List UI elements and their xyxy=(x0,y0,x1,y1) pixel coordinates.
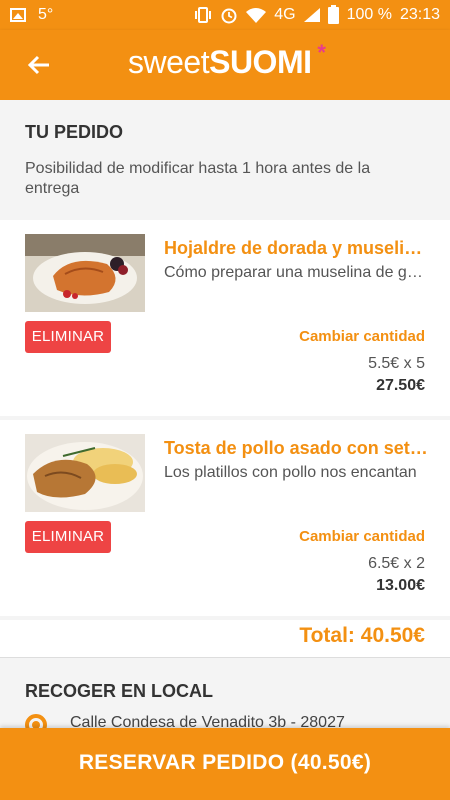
delete-item-button[interactable]: ELIMINAR xyxy=(25,521,111,553)
pickup-title: RECOGER EN LOCAL xyxy=(25,681,214,701)
change-quantity-link[interactable]: Cambiar cantidad xyxy=(299,328,425,345)
order-title: TU PEDIDO xyxy=(25,122,124,142)
logo-text-suomi: SUOMI xyxy=(209,44,312,80)
status-bar: 5° 4G 100 % 23:13 xyxy=(0,0,450,30)
item-thumbnail[interactable] xyxy=(25,434,145,512)
order-item: Tosta de pollo asado con setas Los plati… xyxy=(0,420,450,616)
image-notification-icon xyxy=(10,8,26,22)
clock: 23:13 xyxy=(399,6,440,23)
order-total: Total: 40.50€ xyxy=(299,624,425,647)
total-bar: Total: 40.50€ xyxy=(0,620,450,658)
order-header: TU PEDIDO Posibilidad de modificar hasta… xyxy=(0,100,450,216)
item-description: Cómo preparar una muselina de gambas xyxy=(164,264,428,281)
pickup-section: RECOGER EN LOCAL Calle Condesa de Venadi… xyxy=(0,660,450,736)
unit-price: 5.5€ x 5 xyxy=(368,355,425,372)
unit-price: 6.5€ x 2 xyxy=(368,555,425,572)
order-item: Hojaldre de dorada y muselina de gambas … xyxy=(0,220,450,416)
battery-icon xyxy=(327,4,339,24)
back-arrow-icon[interactable] xyxy=(24,50,54,80)
network-type: 4G xyxy=(274,6,296,23)
change-quantity-link[interactable]: Cambiar cantidad xyxy=(299,528,425,545)
app-logo: sweetSUOMI * xyxy=(128,40,326,81)
reserve-order-button[interactable]: RESERVAR PEDIDO (40.50€) xyxy=(0,728,450,800)
temperature-text: 5° xyxy=(38,6,54,23)
delete-item-button[interactable]: ELIMINAR xyxy=(25,321,111,353)
item-thumbnail[interactable] xyxy=(25,234,145,312)
modify-notice: Posibilidad de modificar hasta 1 hora an… xyxy=(25,160,371,197)
wifi-icon xyxy=(246,8,267,23)
item-title[interactable]: Hojaldre de dorada y muselina de gambas xyxy=(164,238,428,259)
item-title[interactable]: Tosta de pollo asado con setas xyxy=(164,438,428,459)
item-subtotal: 27.50€ xyxy=(376,377,425,394)
vibrate-icon xyxy=(195,7,212,23)
item-subtotal: 13.00€ xyxy=(376,577,425,594)
signal-icon xyxy=(303,8,320,22)
battery-text: 100 % xyxy=(346,6,392,23)
logo-text-sweet: sweet xyxy=(128,44,210,80)
logo-asterisk: * xyxy=(317,40,326,65)
alarm-icon xyxy=(221,8,237,24)
item-description: Los platillos con pollo nos encantan xyxy=(164,464,417,481)
app-bar: sweetSUOMI * xyxy=(0,30,450,100)
